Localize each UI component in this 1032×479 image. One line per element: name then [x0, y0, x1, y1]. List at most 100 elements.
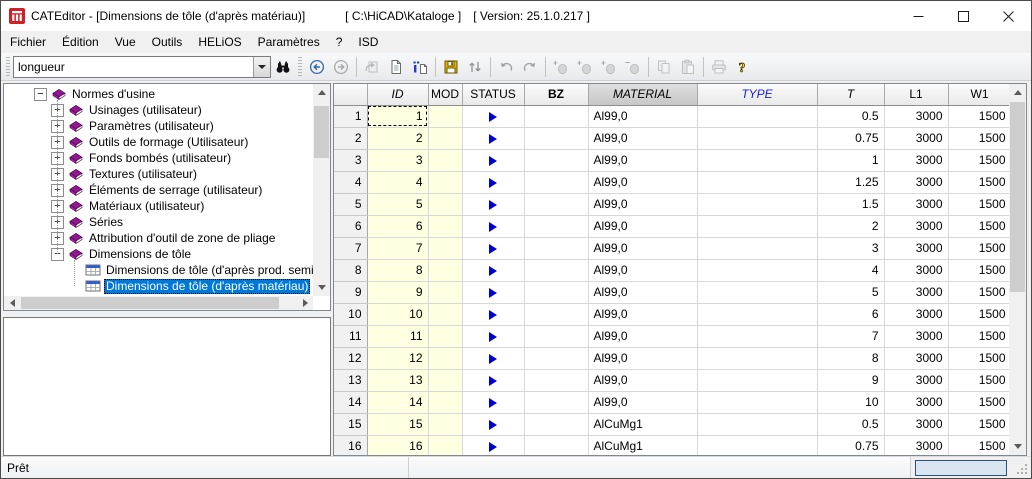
cell-l1[interactable]: 3000: [884, 105, 948, 127]
column-header-material[interactable]: MATERIAL: [588, 84, 697, 105]
menu-item-fichier[interactable]: Fichier: [2, 31, 54, 53]
cell-id[interactable]: 5: [367, 193, 428, 215]
cell-t[interactable]: 6: [817, 303, 884, 325]
search-input[interactable]: [14, 57, 253, 77]
cell-mod[interactable]: [428, 259, 462, 281]
cell-id[interactable]: 16: [367, 435, 428, 456]
tree-item-normes-d-usine[interactable]: −Normes d'usine: [4, 86, 313, 102]
new-entry-button[interactable]: +: [549, 55, 573, 79]
tree-item-elements-de-serrage-utilisateur[interactable]: +Éléments de serrage (utilisateur): [4, 182, 313, 198]
maximize-button[interactable]: [941, 1, 986, 31]
cell-w1[interactable]: 1500: [948, 237, 1011, 259]
cell-bz[interactable]: [524, 325, 588, 347]
cell-id[interactable]: 13: [367, 369, 428, 391]
scroll-down-button[interactable]: [313, 279, 330, 296]
cell-w1[interactable]: 1500: [948, 369, 1011, 391]
row-number[interactable]: 1: [334, 105, 367, 127]
cell-status[interactable]: [462, 237, 524, 259]
scroll-up-button[interactable]: [313, 84, 330, 101]
cell-material[interactable]: Al99,0: [588, 215, 697, 237]
cell-t[interactable]: 1.25: [817, 171, 884, 193]
column-header-id[interactable]: ID: [367, 84, 428, 105]
cell-mod[interactable]: [428, 149, 462, 171]
tree-item-dimensions-de-tole-d-apres-prod-semi-fini[interactable]: Dimensions de tôle (d'après prod. semi-f…: [4, 262, 313, 278]
cell-t[interactable]: 7: [817, 325, 884, 347]
cell-w1[interactable]: 1500: [948, 193, 1011, 215]
cell-mod[interactable]: [428, 391, 462, 413]
row-number[interactable]: 2: [334, 127, 367, 149]
row-number[interactable]: 7: [334, 237, 367, 259]
cell-w1[interactable]: 1500: [948, 259, 1011, 281]
row-number[interactable]: 16: [334, 435, 367, 456]
row-number[interactable]: 11: [334, 325, 367, 347]
cell-status[interactable]: [462, 435, 524, 456]
cell-t[interactable]: 4: [817, 259, 884, 281]
cell-bz[interactable]: [524, 259, 588, 281]
scroll-right-button[interactable]: [297, 296, 313, 310]
cell-w1[interactable]: 1500: [948, 413, 1011, 435]
cell-material[interactable]: Al99,0: [588, 105, 697, 127]
cell-mod[interactable]: [428, 435, 462, 456]
resize-grip[interactable]: [1013, 460, 1029, 476]
row-number[interactable]: 10: [334, 303, 367, 325]
cell-l1[interactable]: 3000: [884, 435, 948, 456]
column-header-mod[interactable]: MOD: [428, 84, 462, 105]
row-number[interactable]: 13: [334, 369, 367, 391]
cell-l1[interactable]: 3000: [884, 325, 948, 347]
find-button[interactable]: [271, 55, 295, 79]
cell-w1[interactable]: 1500: [948, 215, 1011, 237]
cell-status[interactable]: [462, 105, 524, 127]
cell-l1[interactable]: 3000: [884, 369, 948, 391]
cell-bz[interactable]: [524, 391, 588, 413]
menu-item-vue[interactable]: Vue: [107, 31, 144, 53]
cell-l1[interactable]: 3000: [884, 391, 948, 413]
cell-bz[interactable]: [524, 435, 588, 456]
cell-mod[interactable]: [428, 105, 462, 127]
cell-l1[interactable]: 3000: [884, 237, 948, 259]
cell-id[interactable]: 7: [367, 237, 428, 259]
cell-l1[interactable]: 3000: [884, 127, 948, 149]
nav-back-button[interactable]: [305, 55, 329, 79]
menu-item-helios[interactable]: HELiOS: [190, 31, 249, 53]
scroll-thumb[interactable]: [21, 297, 279, 309]
tree-item-usinages-utilisateur[interactable]: +Usinages (utilisateur): [4, 102, 313, 118]
tree-item-dimensions-de-tole[interactable]: −Dimensions de tôle: [4, 246, 313, 262]
cell-type[interactable]: [697, 127, 817, 149]
cell-w1[interactable]: 1500: [948, 303, 1011, 325]
menu-item-outils[interactable]: Outils: [144, 31, 191, 53]
search-combobox[interactable]: [13, 56, 271, 78]
cell-status[interactable]: [462, 171, 524, 193]
cell-mod[interactable]: [428, 413, 462, 435]
tree-item-textures-utilisateur[interactable]: +Textures (utilisateur): [4, 166, 313, 182]
cell-l1[interactable]: 3000: [884, 215, 948, 237]
column-header-l1[interactable]: L1: [884, 84, 948, 105]
cell-status[interactable]: [462, 215, 524, 237]
cell-w1[interactable]: 1500: [948, 391, 1011, 413]
cell-l1[interactable]: 3000: [884, 413, 948, 435]
cell-bz[interactable]: [524, 237, 588, 259]
cell-bz[interactable]: [524, 303, 588, 325]
scroll-up-button[interactable]: [1009, 84, 1026, 101]
row-number[interactable]: 12: [334, 347, 367, 369]
tree-item-parametres-utilisateur[interactable]: +Paramètres (utilisateur): [4, 118, 313, 134]
cell-status[interactable]: [462, 369, 524, 391]
cell-l1[interactable]: 3000: [884, 149, 948, 171]
cell-material[interactable]: Al99,0: [588, 193, 697, 215]
cell-material[interactable]: Al99,0: [588, 391, 697, 413]
new-page-button[interactable]: [384, 55, 408, 79]
cell-status[interactable]: [462, 281, 524, 303]
scroll-left-button[interactable]: [4, 296, 20, 310]
cell-l1[interactable]: 3000: [884, 259, 948, 281]
column-header-type[interactable]: TYPE: [697, 84, 817, 105]
cell-material[interactable]: Al99,0: [588, 259, 697, 281]
cell-t[interactable]: 0.5: [817, 105, 884, 127]
cell-status[interactable]: [462, 149, 524, 171]
delete-entry-button[interactable]: −: [621, 55, 645, 79]
cell-type[interactable]: [697, 281, 817, 303]
cell-type[interactable]: [697, 391, 817, 413]
cell-t[interactable]: 2: [817, 215, 884, 237]
cell-bz[interactable]: [524, 149, 588, 171]
cell-l1[interactable]: 3000: [884, 193, 948, 215]
cell-id[interactable]: 8: [367, 259, 428, 281]
cell-status[interactable]: [462, 391, 524, 413]
